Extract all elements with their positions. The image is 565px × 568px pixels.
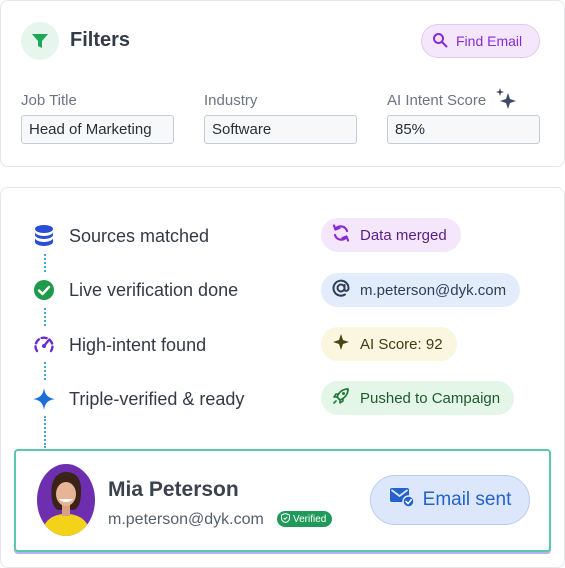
industry-input[interactable]: [204, 115, 357, 144]
find-email-button[interactable]: Find Email: [421, 24, 540, 58]
pill-label: AI Score: 92: [360, 335, 443, 353]
step-label: Sources matched: [69, 225, 210, 246]
step-connector: [44, 416, 46, 448]
ai-intent-score-label: AI Intent Score: [387, 92, 487, 109]
email-check-icon: [389, 486, 415, 514]
job-title-input[interactable]: [21, 115, 174, 144]
check-circle-icon: [30, 276, 58, 304]
search-icon: [432, 32, 448, 51]
sparkle-icon: [495, 87, 519, 116]
email-pill: m.peterson@dyk.com: [321, 273, 521, 307]
refresh-icon: [331, 223, 351, 247]
filters-title: Filters: [70, 29, 131, 51]
pushed-to-campaign-pill: Pushed to Campaign: [321, 381, 515, 415]
email-sent-button[interactable]: Email sent: [370, 475, 530, 525]
step-high-intent: High-intent found: [30, 328, 206, 362]
data-merged-pill: Data merged: [321, 218, 461, 252]
pill-label: Data merged: [360, 226, 447, 244]
contact-email: m.peterson@dyk.com: [108, 511, 264, 528]
pill-label: Pushed to Campaign: [360, 389, 501, 407]
email-sent-label: Email sent: [422, 489, 512, 510]
ai-intent-score-input[interactable]: [387, 115, 540, 144]
at-sign-icon: [331, 278, 351, 302]
rocket-icon: [331, 386, 351, 410]
step-label: Live verification done: [69, 279, 239, 300]
verified-badge-label: Verified: [293, 513, 327, 525]
step-connector: [44, 308, 46, 326]
find-email-label: Find Email: [456, 33, 523, 49]
contact-name: Mia Peterson: [108, 478, 239, 501]
step-live-verification: Live verification done: [30, 273, 238, 307]
step-triple-verified: Triple-verified & ready: [30, 382, 244, 416]
step-connector: [44, 254, 46, 272]
step-sources-matched: Sources matched: [30, 219, 209, 253]
contact-card: Mia Peterson m.peterson@dyk.com Verified…: [14, 449, 551, 552]
job-title-label: Job Title: [21, 92, 77, 109]
step-label: Triple-verified & ready: [69, 388, 245, 409]
filters-card: Filters Find Email Job Title Industry AI…: [0, 0, 565, 167]
avatar: [37, 464, 95, 536]
pill-label: m.peterson@dyk.com: [360, 281, 507, 299]
step-connector: [44, 362, 46, 380]
filter-icon: [21, 22, 59, 60]
step-label: High-intent found: [69, 334, 207, 355]
gauge-icon: [30, 331, 58, 359]
verified-badge: Verified: [277, 511, 333, 527]
ai-score-pill: AI Score: 92: [321, 327, 457, 361]
industry-label: Industry: [204, 92, 258, 109]
diamond-star-icon: [30, 385, 58, 413]
database-icon: [30, 222, 58, 250]
shield-check-icon: [281, 512, 290, 526]
sparkle-icon: [331, 332, 351, 356]
